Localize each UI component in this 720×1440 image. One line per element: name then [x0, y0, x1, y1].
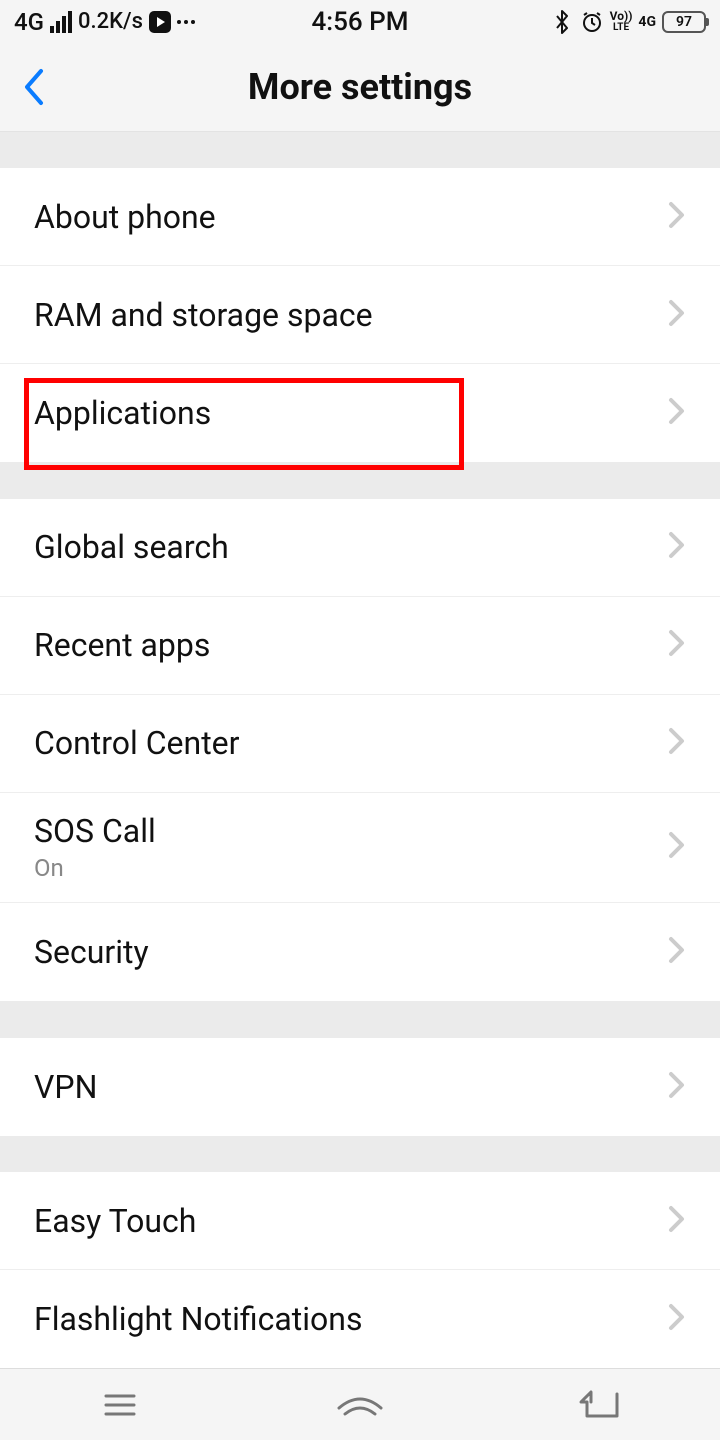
chevron-right-icon: [668, 1071, 686, 1103]
row-label: Recent apps: [34, 626, 210, 664]
chevron-right-icon: [668, 1205, 686, 1237]
row-label: Applications: [34, 394, 211, 432]
settings-row-vpn[interactable]: VPN: [0, 1038, 720, 1136]
volte-indicator: Vo)) LTE: [610, 10, 633, 34]
settings-row-global-search[interactable]: Global search: [0, 499, 720, 597]
settings-row-easy-touch[interactable]: Easy Touch: [0, 1172, 720, 1270]
home-icon: [335, 1388, 385, 1422]
net4g-indicator: 4G: [638, 14, 656, 30]
menu-icon: [100, 1390, 140, 1420]
settings-row-applications[interactable]: Applications: [0, 364, 720, 462]
play-icon: [149, 11, 171, 33]
navigation-bar: [0, 1368, 720, 1440]
settings-row-ram-storage[interactable]: RAM and storage space: [0, 266, 720, 364]
network-type: 4G: [14, 8, 44, 36]
status-time: 4:56 PM: [312, 7, 409, 37]
row-label: SOS Call: [34, 812, 156, 850]
status-right: Vo)) LTE 4G 97: [550, 10, 706, 34]
status-left: 4G 0.2K/s: [14, 8, 195, 36]
row-label: Flashlight Notifications: [34, 1300, 362, 1338]
settings-row-about-phone[interactable]: About phone: [0, 168, 720, 266]
section-gap: [0, 462, 720, 499]
settings-row-security[interactable]: Security: [0, 903, 720, 1001]
row-label: Control Center: [34, 724, 239, 762]
chevron-right-icon: [668, 629, 686, 661]
status-bar: 4G 0.2K/s 4:56 PM Vo)) LTE 4G 97: [0, 0, 720, 44]
nav-home-button[interactable]: [310, 1375, 410, 1435]
row-label: Easy Touch: [34, 1202, 196, 1240]
section-gap: [0, 1136, 720, 1173]
more-dots-icon: [177, 20, 195, 24]
settings-group: Easy Touch Flashlight Notifications: [0, 1172, 720, 1368]
settings-row-sos-call[interactable]: SOS Call On: [0, 793, 720, 903]
settings-row-recent-apps[interactable]: Recent apps: [0, 597, 720, 695]
header: More settings: [0, 44, 720, 132]
chevron-right-icon: [668, 299, 686, 331]
settings-row-flashlight-notifications[interactable]: Flashlight Notifications: [0, 1270, 720, 1368]
chevron-right-icon: [668, 531, 686, 563]
chevron-right-icon: [668, 831, 686, 863]
section-gap: [0, 132, 720, 169]
settings-group: Global search Recent apps Control Center: [0, 499, 720, 1001]
chevron-right-icon: [668, 727, 686, 759]
signal-icon: [50, 11, 72, 33]
chevron-right-icon: [668, 936, 686, 968]
nav-back-button[interactable]: [550, 1375, 650, 1435]
back-nav-icon: [577, 1388, 623, 1422]
row-label: Global search: [34, 528, 229, 566]
battery-indicator: 97: [662, 11, 706, 33]
nav-recent-button[interactable]: [70, 1375, 170, 1435]
battery-level: 97: [662, 11, 706, 33]
back-icon: [21, 67, 49, 107]
chevron-right-icon: [668, 201, 686, 233]
back-button[interactable]: [0, 43, 70, 131]
bluetooth-icon: [550, 10, 574, 34]
chevron-right-icon: [668, 397, 686, 429]
chevron-right-icon: [668, 1303, 686, 1335]
page-title: More settings: [248, 66, 472, 108]
row-label: About phone: [34, 198, 216, 236]
row-sublabel: On: [34, 854, 156, 882]
section-gap: [0, 1001, 720, 1038]
row-label: RAM and storage space: [34, 296, 373, 334]
alarm-icon: [580, 10, 604, 34]
settings-group: About phone RAM and storage space Applic…: [0, 168, 720, 462]
settings-row-control-center[interactable]: Control Center: [0, 695, 720, 793]
row-label: VPN: [34, 1068, 97, 1106]
settings-group: VPN: [0, 1038, 720, 1136]
network-speed: 0.2K/s: [78, 9, 143, 34]
row-label: Security: [34, 933, 149, 971]
